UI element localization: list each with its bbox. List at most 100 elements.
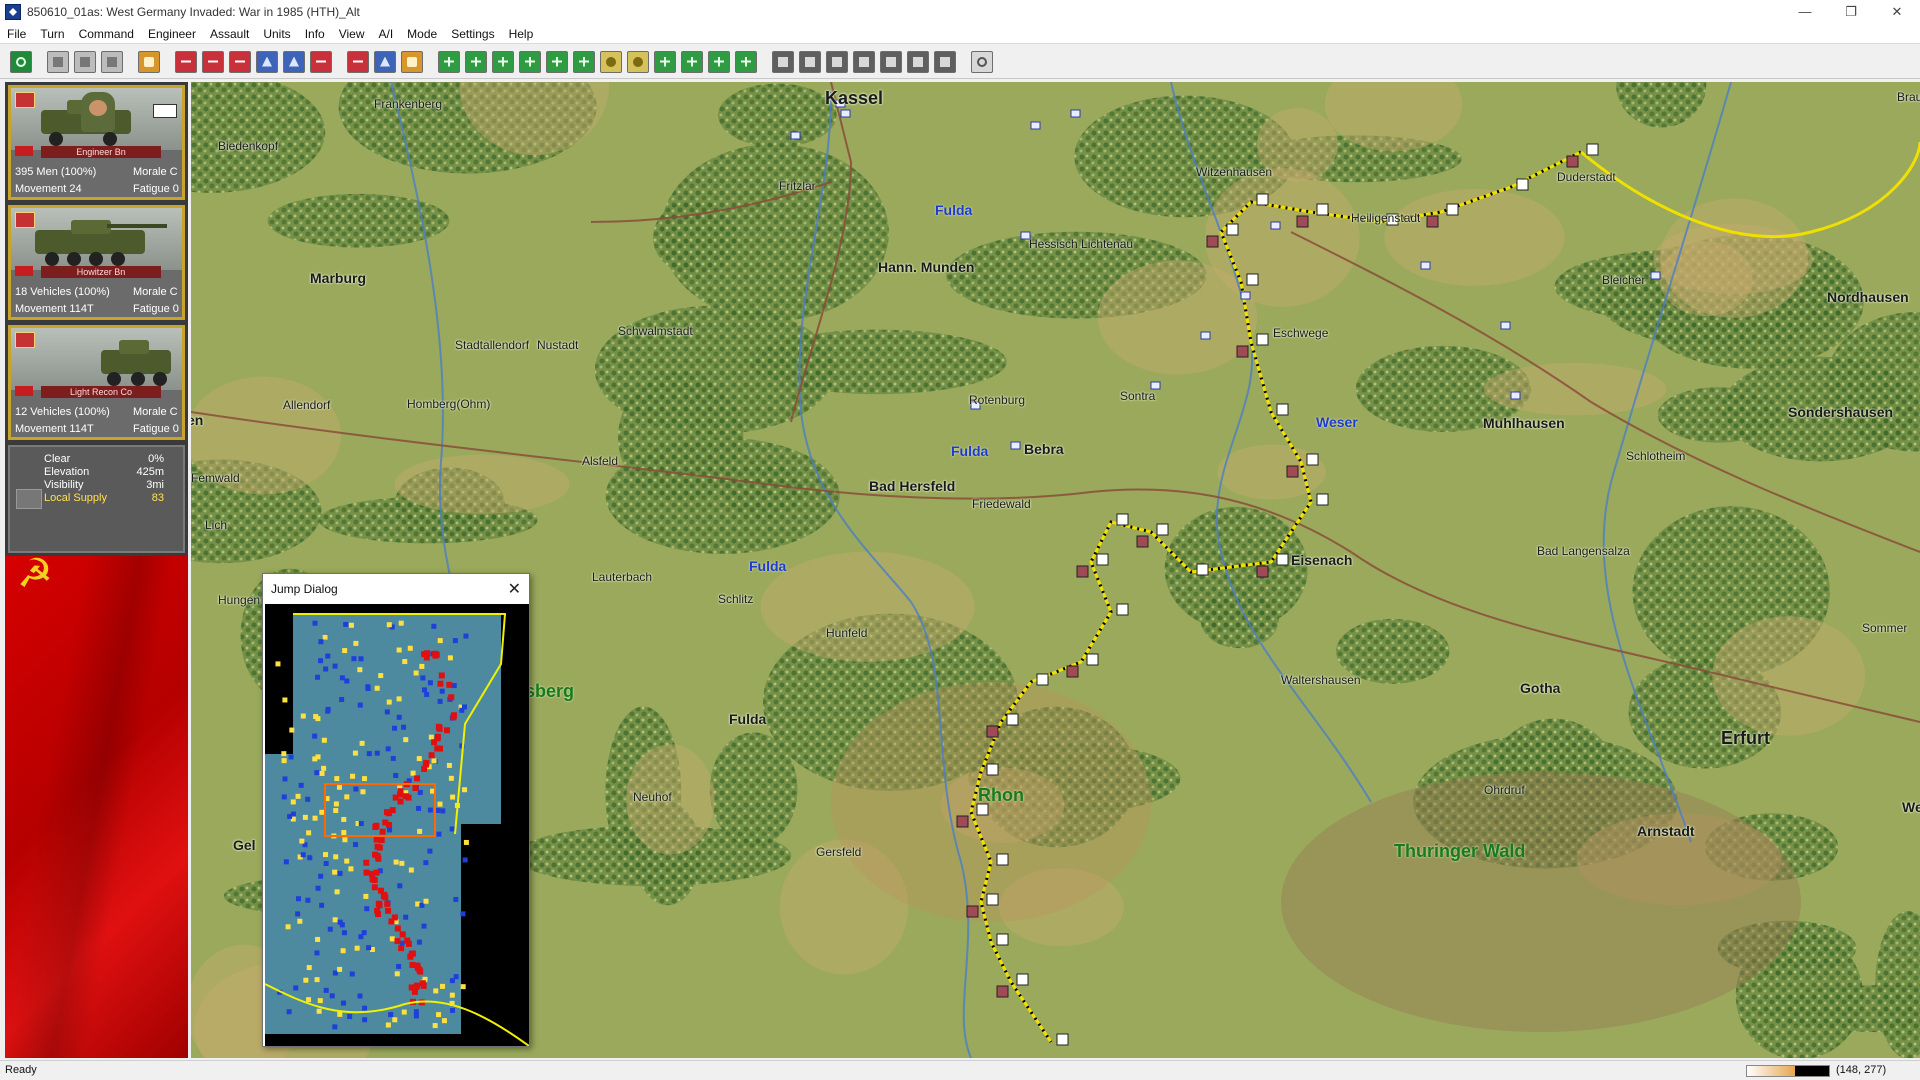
menu-units[interactable]: Units	[256, 24, 297, 44]
nato-unit-counter[interactable]	[986, 763, 999, 776]
nato-unit-counter[interactable]	[1196, 563, 1209, 576]
nato-unit-counter[interactable]	[1086, 653, 1099, 666]
unit-card-engineer[interactable]: Engineer Bn 395 Men (100%) Morale C Move…	[8, 85, 185, 200]
nato-unit-counter[interactable]	[986, 893, 999, 906]
nato-unit-counter[interactable]	[1036, 673, 1049, 686]
menu-assault[interactable]: Assault	[203, 24, 256, 44]
menu-settings[interactable]: Settings	[444, 24, 501, 44]
list-button[interactable]	[310, 50, 332, 73]
nato-unit-counter[interactable]	[1246, 273, 1259, 286]
town-marker[interactable]	[1500, 321, 1511, 330]
minimap-canvas[interactable]	[265, 604, 529, 1046]
town-marker[interactable]	[1510, 391, 1521, 400]
nato-unit-counter[interactable]	[996, 853, 1009, 866]
nato-unit-counter[interactable]	[1446, 203, 1459, 216]
stack-button[interactable]	[853, 50, 875, 73]
zoom-in-button[interactable]	[438, 50, 460, 73]
menu-ai[interactable]: A/I	[372, 24, 401, 44]
lock-button[interactable]	[772, 50, 794, 73]
pact-unit-counter[interactable]	[1566, 155, 1579, 168]
town-marker[interactable]	[1010, 441, 1021, 450]
nato-unit-counter[interactable]	[996, 933, 1009, 946]
morale-button[interactable]	[600, 50, 622, 73]
supply-button[interactable]	[138, 50, 160, 73]
bombard-button[interactable]	[229, 50, 251, 73]
pact-unit-counter[interactable]	[986, 725, 999, 738]
pact-unit-counter[interactable]	[1236, 345, 1249, 358]
menu-mode[interactable]: Mode	[400, 24, 444, 44]
unit-card-howitzer[interactable]: Howitzer Bn 18 Vehicles (100%) Morale C …	[8, 205, 185, 320]
grid-button[interactable]	[519, 50, 541, 73]
clock-button[interactable]	[10, 50, 32, 73]
pact-unit-counter[interactable]	[1296, 215, 1309, 228]
close-button[interactable]: ✕	[1874, 0, 1920, 24]
nato-unit-counter[interactable]	[1116, 603, 1129, 616]
nato-unit-counter[interactable]	[1016, 973, 1029, 986]
pact-unit-counter[interactable]	[1206, 235, 1219, 248]
road-button[interactable]	[654, 50, 676, 73]
nato-unit-counter[interactable]	[1316, 203, 1329, 216]
jump-dialog-close-icon[interactable]: ✕	[508, 579, 521, 599]
nato-unit-counter[interactable]	[1006, 713, 1019, 726]
menu-help[interactable]: Help	[502, 24, 541, 44]
pact-unit-counter[interactable]	[1426, 215, 1439, 228]
nato-unit-counter[interactable]	[1516, 178, 1529, 191]
flag-button[interactable]	[573, 50, 595, 73]
air-button[interactable]	[256, 50, 278, 73]
town-marker[interactable]	[1030, 121, 1041, 130]
town-marker[interactable]	[1070, 109, 1081, 118]
org-button[interactable]	[934, 50, 956, 73]
map-button[interactable]	[708, 50, 730, 73]
minimize-button[interactable]: —	[1782, 0, 1828, 24]
menu-command[interactable]: Command	[72, 24, 141, 44]
menu-file[interactable]: File	[0, 24, 33, 44]
restore-button[interactable]: ❐	[1828, 0, 1874, 24]
terrain-button[interactable]	[546, 50, 568, 73]
pact-unit-counter[interactable]	[966, 905, 979, 918]
file-button[interactable]	[47, 50, 69, 73]
report-button[interactable]	[401, 50, 423, 73]
minimap[interactable]	[265, 604, 529, 1046]
pact-unit-counter[interactable]	[1076, 565, 1089, 578]
pact-unit-counter[interactable]	[1066, 665, 1079, 678]
info-button[interactable]	[374, 50, 396, 73]
jump-dialog[interactable]: Jump Dialog ✕	[262, 573, 530, 1047]
defend-button[interactable]	[202, 50, 224, 73]
nato-unit-counter[interactable]	[1276, 553, 1289, 566]
nato-unit-counter[interactable]	[1276, 403, 1289, 416]
town-marker[interactable]	[1420, 261, 1431, 270]
nato-unit-counter[interactable]	[1256, 333, 1269, 346]
zoom-out-button[interactable]	[465, 50, 487, 73]
town-marker[interactable]	[1240, 291, 1251, 300]
town-marker[interactable]	[790, 131, 801, 140]
unit-button[interactable]	[826, 50, 848, 73]
help-button[interactable]	[971, 50, 993, 73]
town-marker[interactable]	[1270, 221, 1281, 230]
nato-unit-counter[interactable]	[1316, 493, 1329, 506]
nato-unit-counter[interactable]	[1306, 453, 1319, 466]
town-marker[interactable]	[1200, 331, 1211, 340]
save-button[interactable]	[101, 50, 123, 73]
pact-unit-counter[interactable]	[956, 815, 969, 828]
assault-button[interactable]	[175, 50, 197, 73]
nato-unit-counter[interactable]	[1226, 223, 1239, 236]
helicopter-button[interactable]	[283, 50, 305, 73]
building-button[interactable]	[880, 50, 902, 73]
pact-unit-counter[interactable]	[1136, 535, 1149, 548]
town-marker[interactable]	[1650, 271, 1661, 280]
menu-info[interactable]: Info	[298, 24, 332, 44]
nato-unit-counter[interactable]	[1056, 1033, 1069, 1046]
nato-unit-counter[interactable]	[1156, 523, 1169, 536]
nato-unit-counter[interactable]	[1586, 143, 1599, 156]
open-button[interactable]	[74, 50, 96, 73]
nato-unit-counter[interactable]	[1116, 513, 1129, 526]
unit-card-recon[interactable]: Light Recon Co 12 Vehicles (100%) Morale…	[8, 325, 185, 440]
pact-unit-counter[interactable]	[1256, 565, 1269, 578]
menu-turn[interactable]: Turn	[33, 24, 71, 44]
engineer-button[interactable]	[347, 50, 369, 73]
fatigue-button[interactable]	[627, 50, 649, 73]
town-marker[interactable]	[1150, 381, 1161, 390]
nato-unit-counter[interactable]	[1096, 553, 1109, 566]
pact-unit-counter[interactable]	[996, 985, 1009, 998]
screen-button[interactable]	[681, 50, 703, 73]
